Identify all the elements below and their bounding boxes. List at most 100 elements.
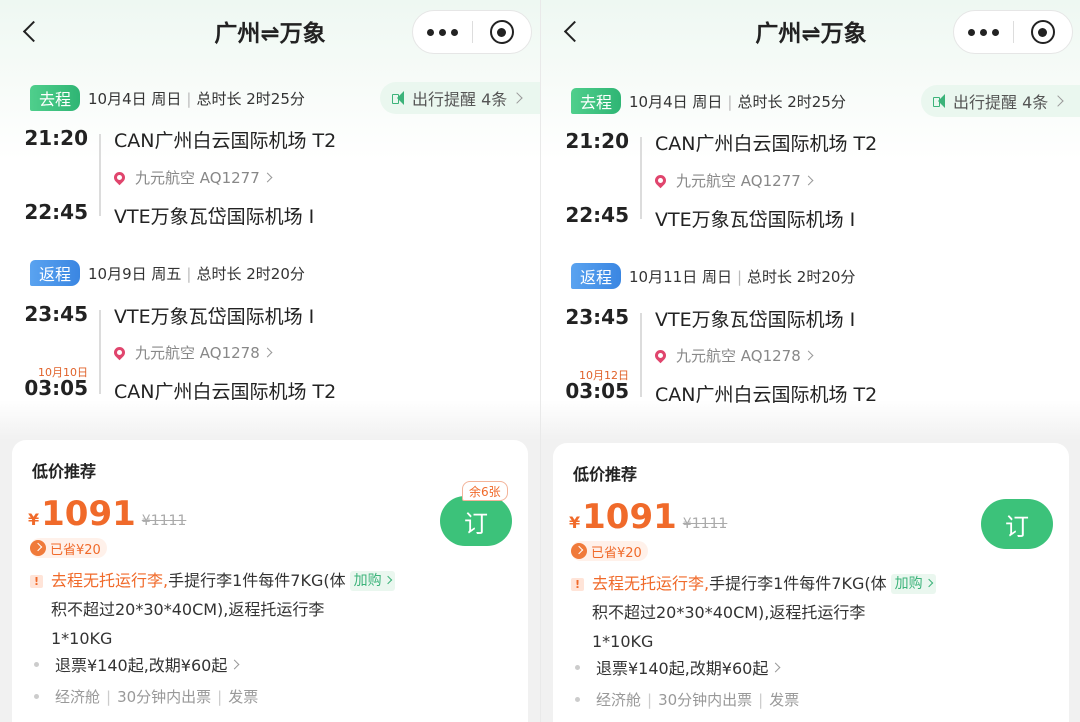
reminder-label: 出行提醒 4条	[412, 90, 508, 109]
travel-reminder-button[interactable]: 出行提醒 4条	[921, 85, 1080, 117]
discount-coin-icon	[571, 543, 587, 559]
outbound-tag: 去程	[571, 88, 622, 114]
outbound-date: 10月4日 周日	[88, 89, 182, 108]
book-button[interactable]: 订	[981, 499, 1053, 549]
bullet-dot	[575, 664, 580, 670]
outbound-dep-airport: CAN广州白云国际机场 T2	[114, 130, 337, 152]
bullet-dot	[575, 697, 580, 702]
price-card: 低价推荐 ¥ 1091 ¥1111 已省¥20 订 余6张 ! 去程无托运行李,手…	[12, 440, 528, 722]
return-dep-airport: VTE万象瓦岱国际机场 I	[655, 309, 856, 331]
more-icon[interactable]	[954, 10, 1013, 54]
return-header: 返程 10月11日 周日 | 总时长 2时20分	[571, 262, 855, 290]
saved-text: 已省¥20	[50, 542, 101, 558]
refund-text: 退票¥140起,改期¥60起	[55, 656, 228, 675]
chevron-right-icon	[262, 347, 273, 358]
book-button[interactable]: 订	[440, 496, 512, 546]
return-info: 10月9日 周五 | 总时长 2时20分	[88, 264, 305, 283]
return-duration: 总时长 2时20分	[747, 267, 856, 286]
return-duration: 总时长 2时20分	[196, 264, 305, 283]
outbound-duration: 总时长 2时25分	[737, 92, 846, 111]
outbound-tag: 去程	[30, 85, 81, 111]
outbound-duration: 总时长 2时25分	[196, 89, 305, 108]
price-value: 1091	[41, 494, 136, 534]
addon-label: 加购	[894, 576, 923, 592]
outbound-info: 10月4日 周日 | 总时长 2时25分	[629, 92, 846, 111]
mini-program-capsule	[953, 10, 1073, 54]
return-arr-time: 03:05	[565, 379, 629, 403]
baggage-info: ! 去程无托运行李,手提行李1件每件7KG(体 加购 积不超过20*30*40CM)…	[571, 569, 981, 656]
outbound-header: 去程 10月4日 周日 | 总时长 2时25分	[571, 87, 846, 115]
outbound-header: 去程 10月4日 周日 | 总时长 2时25分	[30, 84, 305, 112]
close-icon[interactable]	[1014, 10, 1072, 54]
return-arr-airport: CAN广州白云国际机场 T2	[114, 381, 337, 403]
ticketing-time: 30分钟内出票	[658, 691, 753, 709]
nav-bar: 广州⇌万象	[541, 0, 1080, 64]
refund-text: 退票¥140起,改期¥60起	[596, 659, 769, 678]
flight-detail-panel-right: 广州⇌万象 去程 10月4日 周日 | 总时长 2时25分 出行提醒 4条 21:2…	[540, 0, 1080, 722]
airline-logo-icon	[652, 347, 669, 364]
cabin-class: 经济舱	[596, 691, 642, 709]
mini-program-capsule	[412, 10, 532, 54]
warning-icon: !	[571, 578, 584, 591]
return-airline: 九元航空 AQ1278	[135, 344, 260, 362]
return-tag: 返程	[30, 260, 81, 286]
return-date: 10月9日 周五	[88, 264, 182, 283]
chevron-right-icon	[262, 172, 273, 183]
chevron-right-icon	[229, 659, 240, 669]
baggage-text-3: 1*10KG	[51, 629, 113, 648]
price: ¥ 1091 ¥1111	[569, 497, 727, 537]
ticketing-time: 30分钟内出票	[117, 688, 212, 706]
travel-reminder-button[interactable]: 出行提醒 4条	[380, 82, 540, 114]
flight-detail-panel-left: 广州⇌万象 去程 10月4日 周日 | 总时长 2时25分 出行提醒 4条 21:2…	[0, 0, 540, 722]
baggage-info: ! 去程无托运行李,手提行李1件每件7KG(体 加购 积不超过20*30*40CM)…	[30, 566, 440, 653]
remaining-tickets-badge: 余6张	[462, 481, 508, 501]
saved-badge: 已省¥20	[571, 541, 648, 561]
outbound-arr-time: 22:45	[565, 203, 629, 227]
airline-logo-icon	[111, 169, 128, 186]
refund-policy-link[interactable]: 退票¥140起,改期¥60起	[571, 655, 781, 679]
baggage-text-1: 手提行李1件每件7KG(体	[709, 574, 887, 593]
price-card: 低价推荐 ¥ 1091 ¥1111 已省¥20 订 ! 去程无托运行李,手提行李1…	[553, 443, 1069, 722]
invoice: 发票	[228, 688, 259, 706]
price-value: 1091	[582, 497, 677, 537]
chevron-right-icon	[770, 662, 781, 672]
return-header: 返程 10月9日 周五 | 总时长 2时20分	[30, 259, 305, 287]
outbound-arr-time: 22:45	[24, 200, 88, 224]
ticket-meta: 经济舱 | 30分钟内出票 | 发票	[30, 686, 258, 707]
invoice: 发票	[769, 691, 800, 709]
addon-label: 加购	[353, 573, 382, 589]
return-airline-link[interactable]: 九元航空 AQ1278	[652, 345, 814, 366]
addon-baggage-button[interactable]: 加购	[890, 574, 936, 594]
discount-coin-icon	[30, 540, 46, 556]
saved-text: 已省¥20	[591, 545, 642, 561]
card-title: 低价推荐	[32, 462, 97, 481]
price: ¥ 1091 ¥1111	[28, 494, 186, 534]
return-arr-airport: CAN广州白云国际机场 T2	[655, 384, 878, 406]
return-dep-time: 23:45	[24, 302, 88, 326]
return-airline-link[interactable]: 九元航空 AQ1278	[111, 342, 273, 363]
outbound-airline-link[interactable]: 九元航空 AQ1277	[111, 167, 273, 188]
outbound-info: 10月4日 周日 | 总时长 2时25分	[88, 89, 305, 108]
original-price: ¥1111	[141, 513, 187, 529]
original-price: ¥1111	[682, 516, 728, 532]
baggage-text-3: 1*10KG	[592, 632, 654, 651]
return-timeline	[99, 310, 101, 394]
outbound-airline-link[interactable]: 九元航空 AQ1277	[652, 170, 814, 191]
outbound-dep-time: 21:20	[24, 126, 88, 150]
more-icon[interactable]	[413, 10, 472, 54]
return-airline: 九元航空 AQ1278	[676, 347, 801, 365]
baggage-warning: 去程无托运行李,	[51, 571, 169, 590]
close-icon[interactable]	[473, 10, 531, 54]
return-date: 10月11日 周日	[629, 267, 732, 286]
addon-baggage-button[interactable]: 加购	[349, 571, 395, 591]
return-timeline	[640, 313, 642, 397]
currency-symbol: ¥	[569, 513, 581, 532]
reminder-label: 出行提醒 4条	[953, 93, 1049, 112]
outbound-timeline	[640, 137, 642, 219]
baggage-text-2: 积不超过20*30*40CM),返程托运行李	[51, 600, 325, 619]
baggage-text-1: 手提行李1件每件7KG(体	[168, 571, 346, 590]
chevron-right-icon	[1052, 95, 1064, 107]
return-arr-time: 03:05	[24, 376, 88, 400]
airline-logo-icon	[652, 172, 669, 189]
refund-policy-link[interactable]: 退票¥140起,改期¥60起	[30, 652, 240, 676]
